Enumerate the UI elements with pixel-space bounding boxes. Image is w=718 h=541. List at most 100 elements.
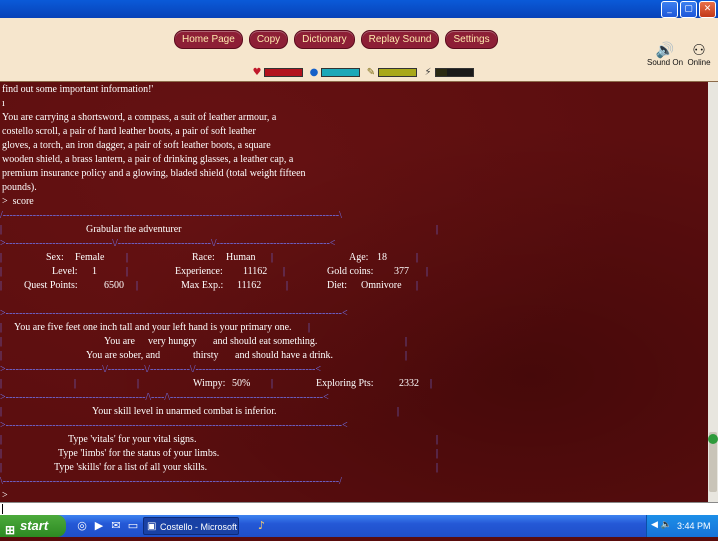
- box-divider: >---------------------------------------…: [0, 392, 329, 403]
- box-border: |: [271, 378, 274, 389]
- box-border: |: [426, 266, 429, 277]
- race-label: Race:: [192, 252, 215, 263]
- desktop-icon[interactable]: ▭: [127, 519, 139, 532]
- window-icon: ▣: [147, 521, 157, 532]
- messenger-icon[interactable]: ✉: [110, 519, 122, 532]
- thirst-status: ●: [309, 67, 360, 78]
- thirst-status-word: thirsty: [193, 350, 219, 361]
- maximize-icon[interactable]: ▢: [680, 1, 697, 18]
- box-border: |: [0, 224, 3, 235]
- game-output: find out some important information!' ı …: [0, 82, 708, 502]
- hunger-bar: [378, 68, 417, 77]
- height-line: You are five feet one inch tall and your…: [14, 322, 292, 333]
- sex-label: Sex:: [46, 252, 64, 263]
- diet-label: Diet:: [327, 280, 347, 291]
- start-button[interactable]: ⊞ start: [0, 515, 66, 537]
- help-line: Type 'limbs' for the status of your limb…: [58, 448, 220, 459]
- level-label: Level:: [52, 266, 78, 277]
- diet-value: Omnivore: [361, 280, 402, 291]
- command-input[interactable]: [0, 502, 718, 516]
- vital-status-bars: ♥ ● ✎ ⚡: [252, 67, 474, 78]
- box-border: |: [405, 350, 408, 361]
- copy-button[interactable]: Copy: [248, 30, 289, 49]
- box-border: |: [416, 252, 419, 263]
- intro-line: You are carrying a shortsword, a compass…: [2, 112, 277, 123]
- start-label: start: [20, 518, 49, 533]
- close-icon[interactable]: ✕: [699, 1, 716, 18]
- box-border: |: [0, 266, 3, 277]
- box-border: |: [405, 336, 408, 347]
- intro-line: find out some important information!': [2, 84, 154, 95]
- command-prompt: >: [2, 490, 8, 501]
- home-page-button[interactable]: Home Page: [174, 30, 243, 49]
- quest-value: 6500: [104, 280, 124, 291]
- box-border: |: [0, 406, 3, 417]
- gold-value: 377: [394, 266, 409, 277]
- media-player-icon[interactable]: ▶: [93, 519, 105, 532]
- hunger-status: ✎: [366, 67, 417, 78]
- box-border: |: [0, 350, 3, 361]
- intro-line: costello scroll, a pair of hard leather …: [2, 126, 256, 137]
- experience-label: Experience:: [175, 266, 223, 277]
- box-border: |: [136, 280, 139, 291]
- replay-sound-button[interactable]: Replay Sound: [360, 30, 440, 49]
- box-border: |: [126, 266, 129, 277]
- sound-label: Sound On: [646, 58, 684, 67]
- online-label: Online: [687, 58, 711, 67]
- online-toggle[interactable]: ⚇ Online: [684, 42, 714, 67]
- box-border: |: [0, 252, 3, 263]
- speaker-icon: 🔊: [655, 41, 675, 59]
- hunger-prefix: You are: [104, 336, 135, 347]
- settings-button[interactable]: Settings: [445, 30, 498, 49]
- quick-launch: ◎ ▶ ✉ ▭: [76, 519, 139, 532]
- box-border: |: [436, 224, 439, 235]
- box-border: |: [0, 378, 3, 389]
- box-divider: >-----------------------------\/--------…: [0, 364, 321, 375]
- box-border: |: [397, 406, 400, 417]
- system-tray: ◀ 🔈 3:44 PM: [646, 515, 718, 537]
- nav-buttons: Home Page Copy Dictionary Replay Sound S…: [174, 30, 498, 49]
- browser-icon[interactable]: ◎: [76, 519, 88, 532]
- food-icon: ✎: [366, 67, 376, 78]
- secondary-task-icon[interactable]: ♪: [258, 519, 265, 532]
- box-border-bottom: \---------------------------------------…: [0, 476, 342, 487]
- quest-label: Quest Points:: [24, 280, 78, 291]
- window-title-bar: _ ▢ ✕: [0, 0, 718, 18]
- box-border: |: [0, 448, 3, 459]
- health-bar: [264, 68, 303, 77]
- minimize-icon[interactable]: _: [661, 1, 678, 18]
- clock: 3:44 PM: [677, 521, 711, 531]
- max-exp-label: Max Exp.:: [181, 280, 224, 291]
- tray-icons[interactable]: ◀ 🔈: [651, 520, 672, 530]
- output-scrollbar[interactable]: [708, 82, 718, 502]
- sound-toggle[interactable]: 🔊 Sound On: [646, 42, 684, 67]
- people-icon: ⚇: [692, 41, 706, 59]
- water-drop-icon: ●: [309, 67, 319, 78]
- character-title: Grabular the adventurer: [86, 224, 182, 235]
- skill-line: Your skill level in unarmed combat is in…: [92, 406, 277, 417]
- box-border: |: [271, 252, 274, 263]
- help-line: Type 'skills' for a list of all your ski…: [54, 462, 208, 473]
- box-divider: >--------------------------------\/-----…: [0, 238, 336, 249]
- gold-label: Gold coins:: [327, 266, 374, 277]
- box-border: |: [137, 378, 140, 389]
- intro-line: pounds).: [2, 182, 37, 193]
- box-border: |: [74, 378, 77, 389]
- stamina-bar: [435, 68, 474, 77]
- windows-logo-icon: ⊞: [5, 523, 16, 537]
- box-divider: >---------------------------------------…: [0, 420, 348, 431]
- dictionary-button[interactable]: Dictionary: [294, 30, 355, 49]
- intro-line: ı: [2, 98, 5, 109]
- intro-line: wooden shield, a brass lantern, a pair o…: [2, 154, 294, 165]
- thirst-bar: [321, 68, 360, 77]
- box-border: |: [0, 322, 3, 333]
- box-border: |: [0, 434, 3, 445]
- intro-line: gloves, a torch, an iron dagger, a pair …: [2, 140, 271, 151]
- scroll-knob-icon[interactable]: [708, 434, 718, 444]
- box-border: |: [308, 322, 311, 333]
- task-label: Costello - Microsoft ...: [160, 522, 239, 532]
- wimpy-label: Wimpy:: [193, 378, 226, 389]
- taskbar-window-button[interactable]: ▣ Costello - Microsoft ...: [143, 517, 239, 535]
- hunger-status-word: very hungry: [148, 336, 197, 347]
- box-border: |: [416, 280, 419, 291]
